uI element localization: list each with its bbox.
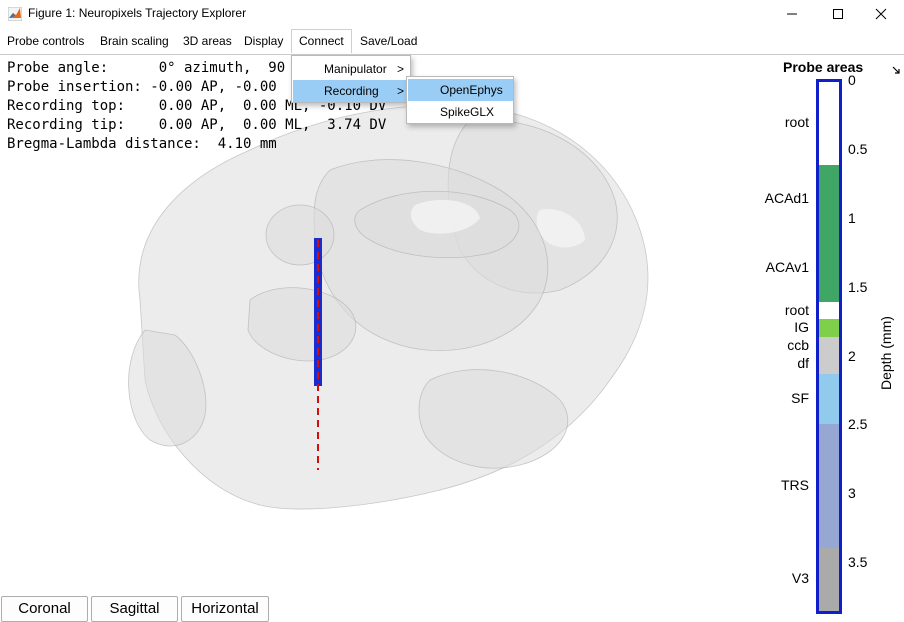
depth-axis-label: Depth (mm) (878, 316, 894, 390)
matlab-icon (8, 7, 22, 21)
area-label-root: root (784, 301, 809, 318)
maximize-icon (833, 9, 843, 19)
recording-label: Recording (324, 84, 379, 98)
menu-connect[interactable]: Connect (291, 29, 352, 53)
menu-item-manipulator[interactable]: Manipulator > (293, 58, 410, 80)
depth-tick-label: 1 (848, 209, 856, 226)
depth-tick-label: 1.5 (848, 278, 868, 295)
minimize-icon (787, 13, 797, 15)
menu-item-openephys[interactable]: OpenEphys (408, 79, 513, 101)
area-label-sf: SF (791, 389, 809, 406)
chevron-right-icon: > (396, 62, 404, 76)
chevron-right-icon: > (396, 84, 404, 98)
depth-tick-label: 0 (848, 72, 856, 88)
area-segment-root (819, 82, 839, 165)
menu-3d-areas[interactable]: 3D areas (176, 29, 239, 53)
area-segment-acav1 (819, 233, 839, 303)
area-segment-ccb (819, 336, 839, 355)
bregma-lambda-text: Bregma-Lambda distance: 4.10 mm (7, 136, 277, 152)
menu-save-load[interactable]: Save/Load (353, 29, 424, 53)
area-label-df: df (797, 355, 809, 372)
recording-submenu: OpenEphys SpikeGLX (406, 76, 514, 124)
probe-areas-bar (816, 79, 842, 614)
depth-tick-label: 0.5 (848, 140, 868, 157)
area-label-ig: IG (794, 318, 809, 335)
horizontal-button[interactable]: Horizontal (181, 596, 269, 622)
area-segment-trs (819, 423, 839, 548)
menu-item-recording[interactable]: Recording > (293, 80, 410, 102)
menu-display[interactable]: Display (237, 29, 290, 53)
menu-brain-scaling[interactable]: Brain scaling (93, 29, 176, 53)
depth-tick-label: 2 (848, 347, 856, 364)
area-segment-df (819, 354, 839, 375)
menu-probe-controls[interactable]: Probe controls (0, 29, 91, 53)
coronal-button[interactable]: Coronal (1, 596, 88, 622)
close-button[interactable] (858, 0, 904, 28)
close-icon (875, 8, 887, 20)
maximize-button[interactable] (815, 0, 861, 28)
depth-tick-label: 3 (848, 485, 856, 502)
thalamus-region (265, 204, 335, 266)
area-segment-root (819, 302, 839, 319)
area-label-root: root (784, 114, 809, 131)
menu-item-spikeglx[interactable]: SpikeGLX (408, 101, 513, 123)
area-label-v3: V3 (791, 570, 809, 587)
area-label-trs: TRS (781, 476, 809, 493)
area-label-acad1: ACAd1 (764, 190, 809, 207)
window-title: Figure 1: Neuropixels Trajectory Explore… (28, 6, 247, 20)
undock-arrow-icon[interactable] (892, 66, 900, 74)
recording-tip-text: Recording tip: 0.00 AP, 0.00 ML, 3.74 DV (7, 117, 387, 133)
area-segment-sf (819, 374, 839, 424)
area-label-acav1: ACAv1 (765, 258, 809, 275)
minimize-button[interactable] (769, 0, 815, 28)
depth-tick-label: 2.5 (848, 416, 868, 433)
probe-insertion-text: Probe insertion: -0.00 AP, -0.00 (7, 79, 277, 95)
sagittal-button[interactable]: Sagittal (91, 596, 178, 622)
area-segment-acad1 (819, 164, 839, 234)
area-label-ccb: ccb (787, 336, 809, 353)
title-bar: Figure 1: Neuropixels Trajectory Explore… (0, 0, 904, 28)
probe-angle-text: Probe angle: 0° azimuth, 90 (7, 60, 286, 76)
depth-tick-label: 3.5 (848, 554, 868, 571)
menu-bar: Probe controls Brain scaling 3D areas Di… (0, 29, 904, 74)
area-segment-v3 (819, 547, 839, 611)
connect-dropdown: Manipulator > Recording > (291, 55, 411, 103)
area-segment-ig (819, 318, 839, 337)
manipulator-label: Manipulator (324, 62, 387, 76)
